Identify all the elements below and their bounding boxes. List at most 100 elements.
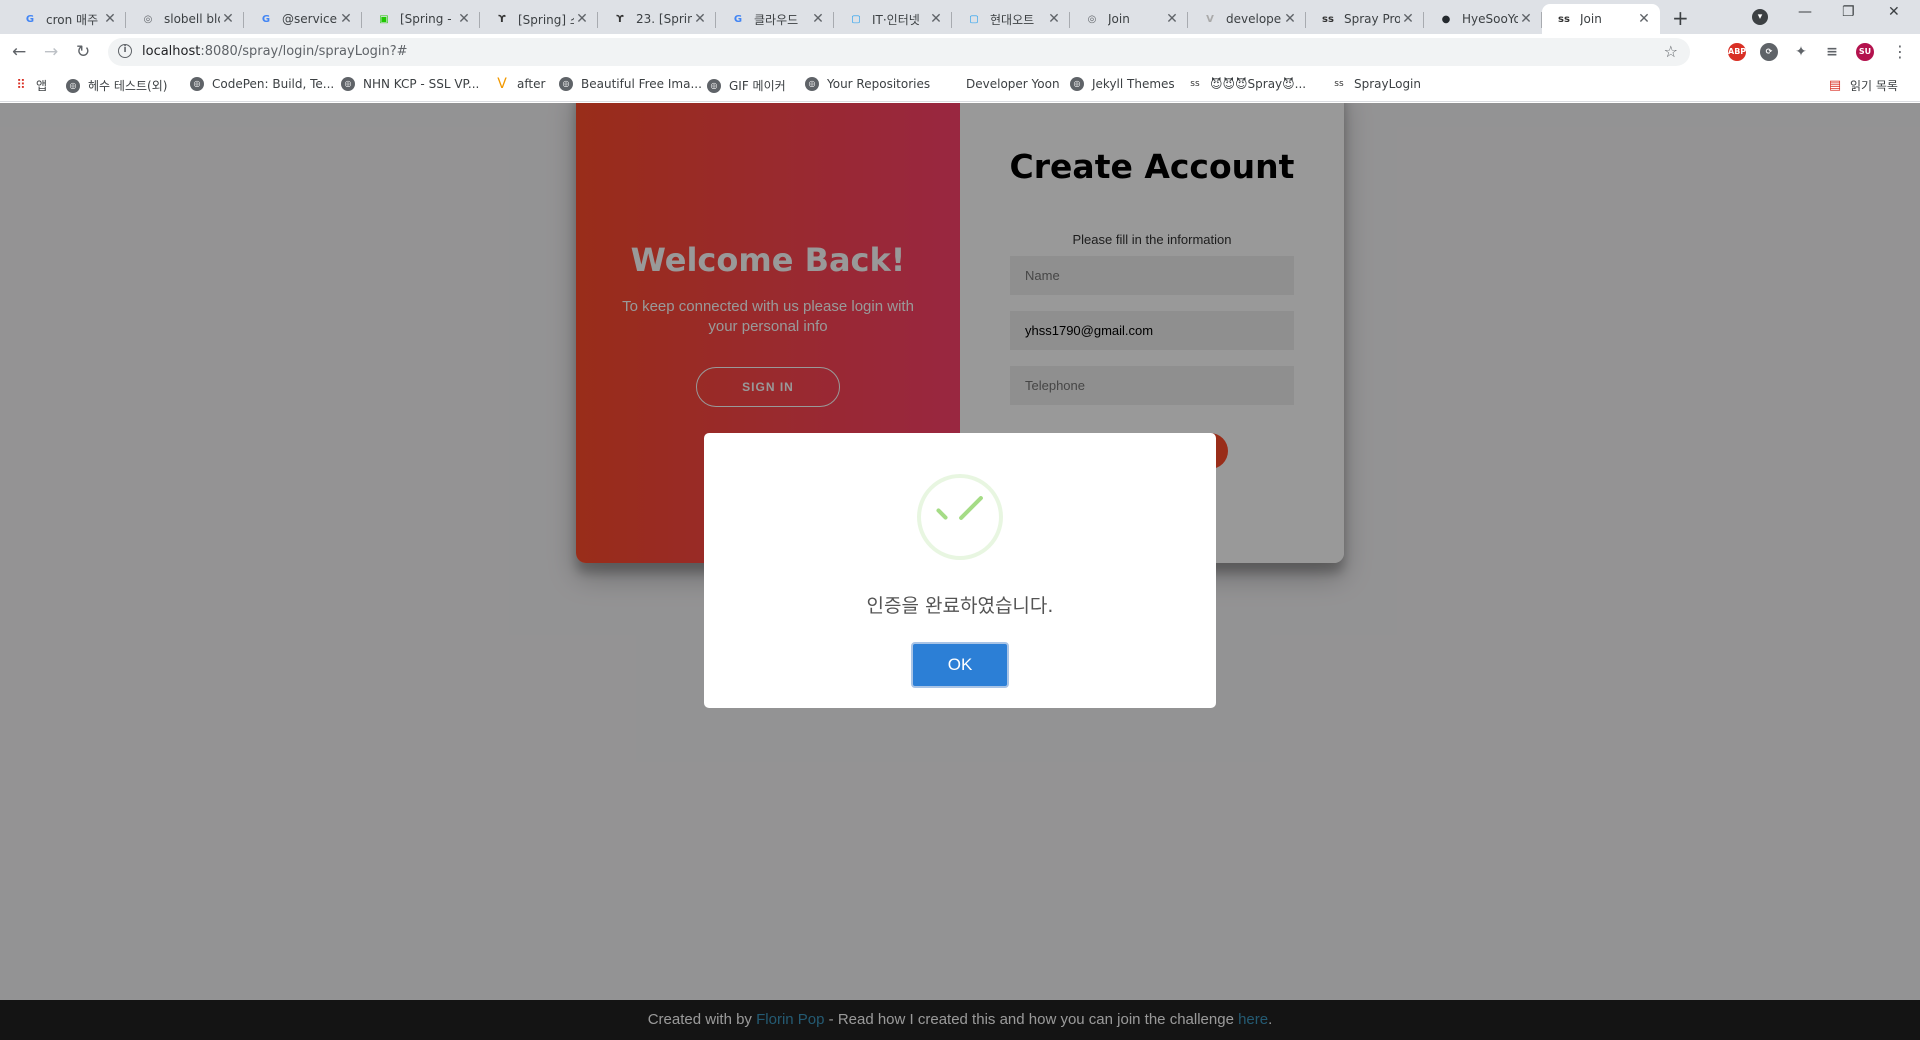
tab-close-icon[interactable]: ✕ xyxy=(220,11,236,27)
browser-tab[interactable]: ▢ 현대오트 ✕ xyxy=(952,4,1070,34)
bookmark-item[interactable]: ◎ NHN KCP - SSL VP... xyxy=(341,77,479,91)
tab-title: [Spring] 스 xyxy=(518,12,574,27)
browser-tab[interactable]: ● HyeSooYo ✕ xyxy=(1424,4,1542,34)
reload-icon[interactable]: ↻ xyxy=(76,42,90,62)
bookmark-star-icon[interactable]: ☆ xyxy=(1664,42,1678,61)
tab-title: developer xyxy=(1226,12,1282,26)
profile-avatar[interactable]: SU xyxy=(1856,43,1874,61)
bookmark-label: SprayLogin xyxy=(1354,77,1421,91)
tab-close-icon[interactable]: ✕ xyxy=(1282,11,1298,27)
browser-tab[interactable]: G 클라우드 ✕ xyxy=(716,4,834,34)
bookmark-globe-icon: ◎ xyxy=(805,77,819,91)
tab-close-icon[interactable]: ✕ xyxy=(692,11,708,27)
tab-search-icon[interactable]: ▾ xyxy=(1752,9,1768,25)
url-text[interactable]: localhost:8080/spray/login/sprayLogin?# xyxy=(142,44,408,59)
tab-close-icon[interactable]: ✕ xyxy=(1636,11,1652,27)
adblock-extension-icon[interactable]: ABP xyxy=(1728,43,1746,61)
tab-favicon-icon: ◎ xyxy=(1087,13,1097,25)
tab-close-icon[interactable]: ✕ xyxy=(1518,11,1534,27)
forward-icon[interactable]: → xyxy=(44,42,58,62)
url-host: localhost xyxy=(142,44,201,59)
browser-tab[interactable]: ◎ Join ✕ xyxy=(1070,4,1188,34)
site-info-icon[interactable]: i xyxy=(118,44,132,58)
bookmark-item[interactable]: ◎Developer Yoon xyxy=(966,77,1060,91)
reading-list[interactable]: ▤ 읽기 목록 xyxy=(1828,77,1898,94)
browser-tab[interactable]: ϒ [Spring] 스✕ xyxy=(480,4,598,34)
bookmark-item[interactable]: ◎ GIF 메이커 xyxy=(707,77,786,94)
tab-favicon-icon: V xyxy=(1206,13,1214,25)
tab-close-icon[interactable]: ✕ xyxy=(1046,11,1062,27)
browser-tab[interactable]: Gcron 매주 ✕ xyxy=(8,4,126,34)
bookmark-item[interactable]: ◎ Beautiful Free Ima... xyxy=(559,77,702,91)
tab-title: 현대오트 xyxy=(990,12,1035,27)
tab-title: Join xyxy=(1580,12,1602,26)
tab-favicon-icon: G xyxy=(261,13,271,25)
tab-title: 23. [Sprin xyxy=(636,12,692,26)
tab-favicon-icon: ϒ xyxy=(616,13,624,25)
bookmark-item[interactable]: ◎ 헤수 테스트(외) xyxy=(66,77,167,94)
restore-button[interactable]: ❐ xyxy=(1842,4,1855,20)
bookmark-label: GIF 메이커 xyxy=(729,79,786,93)
tab-favicon-icon: ▢ xyxy=(969,13,979,25)
tab-close-icon[interactable]: ✕ xyxy=(102,11,118,27)
tab-close-icon[interactable]: ✕ xyxy=(810,11,826,27)
url-path: :8080/spray/login/sprayLogin?# xyxy=(200,44,408,59)
tab-strip: + ▾ — ❐ ✕ Gcron 매주 ✕ ◎ slobell blo ✕ G @servic… xyxy=(0,0,1920,34)
ok-button[interactable]: OK xyxy=(911,642,1009,688)
bookmark-label: CodePen: Build, Te... xyxy=(212,77,335,91)
minimize-button[interactable]: — xyxy=(1798,4,1812,20)
browser-toolbar: ← → ↻ i localhost:8080/spray/login/spray… xyxy=(0,34,1920,70)
tab-close-icon[interactable]: ✕ xyxy=(1164,11,1180,27)
tab-favicon-icon: ss xyxy=(1322,13,1334,25)
puzzle-icon[interactable]: ✦ xyxy=(1792,43,1810,61)
bookmark-item[interactable]: ss 😈😈😈Spray😈... xyxy=(1188,77,1306,91)
browser-tab[interactable]: ss Join ✕ xyxy=(1542,4,1660,34)
bookmark-item[interactable]: ◎ CodePen: Build, Te... xyxy=(190,77,334,91)
bookmark-label: NHN KCP - SSL VP... xyxy=(363,77,480,91)
bookmark-label: 앱 xyxy=(36,79,48,93)
media-control-icon[interactable]: ≡ xyxy=(1823,43,1841,61)
bookmark-item[interactable]: ⠿ 앱 xyxy=(14,77,47,94)
browser-tab[interactable]: ◎ slobell blo ✕ xyxy=(126,4,244,34)
browser-tab[interactable]: ϒ 23. [Sprin ✕ xyxy=(598,4,716,34)
close-window-button[interactable]: ✕ xyxy=(1888,4,1900,20)
bookmark-globe-icon: ◎ xyxy=(707,78,721,93)
bookmark-label: 😈😈😈Spray😈... xyxy=(1210,77,1307,91)
tab-close-icon[interactable]: ✕ xyxy=(338,11,354,27)
address-bar[interactable]: i localhost:8080/spray/login/sprayLogin?… xyxy=(108,38,1690,66)
browser-tab[interactable]: Vdeveloper ✕ xyxy=(1188,4,1306,34)
bookmark-label: 헤수 테스트(외) xyxy=(88,79,168,93)
page-viewport: Welcome Back! To keep connected with us … xyxy=(0,103,1920,1040)
browser-tab[interactable]: ▢ IT·인터넷 ✕ xyxy=(834,4,952,34)
back-icon[interactable]: ← xyxy=(12,42,26,62)
bookmark-item[interactable]: ss SprayLogin xyxy=(1332,77,1421,91)
bookmark-item[interactable]: ◎ Your Repositories xyxy=(805,77,930,91)
tab-close-icon[interactable]: ✕ xyxy=(1400,11,1416,27)
tab-favicon-icon: ● xyxy=(1441,13,1451,25)
browser-tab[interactable]: ▣ [Spring - ✕ xyxy=(362,4,480,34)
menu-icon[interactable]: ⋮ xyxy=(1892,42,1908,61)
alert-message: 인증을 완료하였습니다. xyxy=(866,595,1054,617)
tab-title: 클라우드 xyxy=(754,12,799,27)
browser-tab[interactable]: G @service ✕ xyxy=(244,4,362,34)
bookmark-v-icon: V xyxy=(497,76,507,92)
tab-title: cron 매주 xyxy=(46,12,99,27)
browser-tab[interactable]: ss Spray Pro ✕ xyxy=(1306,4,1424,34)
bookmark-label: Developer Yoon xyxy=(966,77,1060,91)
alert-modal: 인증을 완료하였습니다. OK xyxy=(704,433,1216,708)
extension-icon[interactable]: ⟳ xyxy=(1760,43,1778,61)
tab-close-icon[interactable]: ✕ xyxy=(456,11,472,27)
tab-favicon-icon: G xyxy=(25,13,35,25)
tab-favicon-icon: ◎ xyxy=(143,13,153,25)
tab-title: Spray Pro xyxy=(1344,12,1400,26)
bookmark-globe-icon: ◎ xyxy=(1070,77,1084,91)
new-tab-button[interactable]: + xyxy=(1672,6,1689,30)
bookmark-item[interactable]: Vafter xyxy=(495,77,545,91)
bookmark-label: Jekyll Themes xyxy=(1092,77,1175,91)
tab-close-icon[interactable]: ✕ xyxy=(574,11,590,27)
tab-close-icon[interactable]: ✕ xyxy=(928,11,944,27)
bookmark-item[interactable]: ◎ Jekyll Themes xyxy=(1070,77,1175,91)
bookmark-label: Your Repositories xyxy=(827,77,931,91)
bookmark-label: Beautiful Free Ima... xyxy=(581,77,702,91)
tab-title: IT·인터넷 xyxy=(872,12,920,27)
